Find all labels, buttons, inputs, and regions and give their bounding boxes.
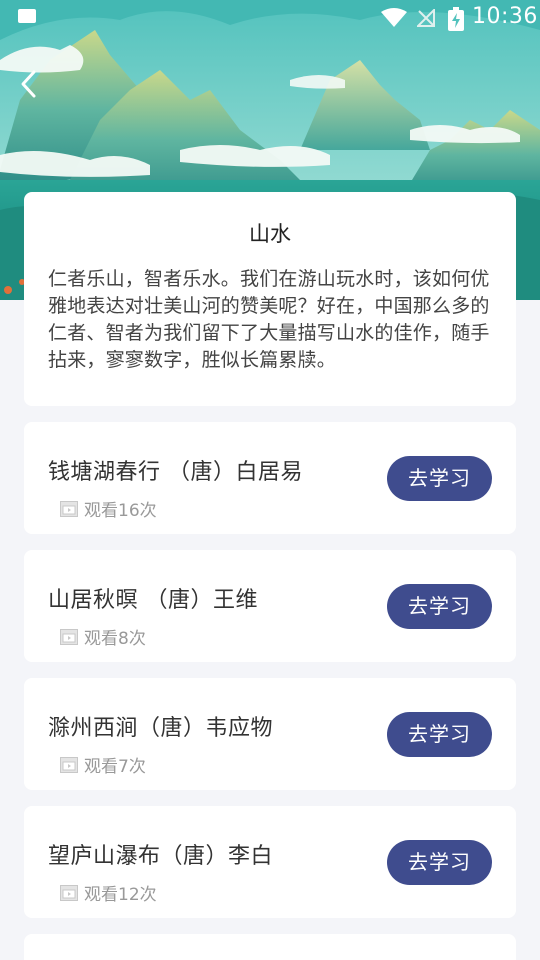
go-study-button[interactable]: 去学习 xyxy=(387,456,492,501)
battery-charging-icon xyxy=(448,7,464,31)
video-icon xyxy=(60,756,78,773)
go-study-button[interactable]: 去学习 xyxy=(387,840,492,885)
back-chevron-icon[interactable] xyxy=(14,66,46,102)
poem-title: 山居秋暝 （唐）王维 xyxy=(48,588,258,613)
view-count: 观看8次 xyxy=(60,624,146,649)
video-icon xyxy=(60,500,78,517)
poem-list-item[interactable]: 钱塘湖春行 （唐）白居易 观看16次 去学习 xyxy=(24,422,516,534)
no-signal-icon xyxy=(417,9,435,27)
poem-title: 滁州西涧（唐）韦应物 xyxy=(48,716,274,741)
view-count: 观看12次 xyxy=(60,880,157,905)
poem-list-item[interactable]: 滁州西涧（唐）韦应物 观看7次 去学习 xyxy=(24,678,516,790)
poem-list-item[interactable]: 望庐山瀑布（唐）李白 观看12次 去学习 xyxy=(24,806,516,918)
video-icon xyxy=(60,884,78,901)
go-study-button[interactable]: 去学习 xyxy=(387,712,492,757)
category-title: 山水 xyxy=(249,222,291,246)
view-count: 观看7次 xyxy=(60,752,146,777)
go-study-button[interactable]: 去学习 xyxy=(387,584,492,629)
category-intro-card: 山水 仁者乐山，智者乐水。我们在游山玩水时，该如何优雅地表达对壮美山河的赞美呢？… xyxy=(24,192,516,406)
view-count-label: 观看7次 xyxy=(84,757,146,777)
view-count-label: 观看8次 xyxy=(84,629,146,649)
status-time: 10:36 xyxy=(472,4,538,29)
video-icon xyxy=(60,628,78,645)
poem-list: 钱塘湖春行 （唐）白居易 观看16次 去学习 山居秋暝 （唐）王维 观看8次 去… xyxy=(24,422,516,960)
poem-title: 望庐山瀑布（唐）李白 xyxy=(48,844,274,869)
poem-title: 钱塘湖春行 （唐）白居易 xyxy=(48,460,303,485)
poem-list-item-partial[interactable] xyxy=(24,934,516,960)
view-count-label: 观看16次 xyxy=(84,501,157,521)
poem-list-item[interactable]: 山居秋暝 （唐）王维 观看8次 去学习 xyxy=(24,550,516,662)
notification-icon xyxy=(18,9,36,23)
wifi-icon xyxy=(381,8,407,27)
view-count: 观看16次 xyxy=(60,496,157,521)
view-count-label: 观看12次 xyxy=(84,885,157,905)
status-bar: 10:36 xyxy=(0,0,540,38)
category-description: 仁者乐山，智者乐水。我们在游山玩水时，该如何优雅地表达对壮美山河的赞美呢？好在，… xyxy=(48,268,490,371)
